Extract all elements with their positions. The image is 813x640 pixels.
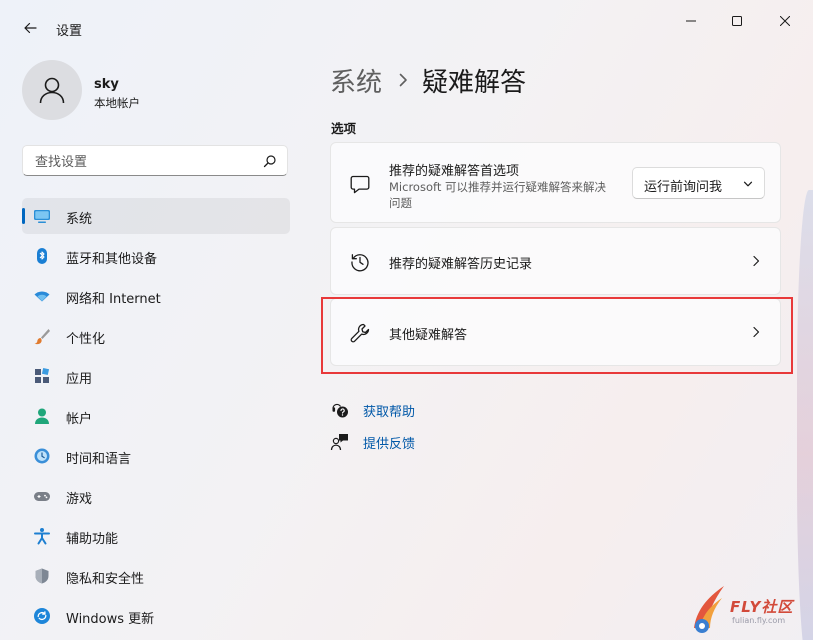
chevron-right-icon [750, 255, 762, 267]
card-description: Microsoft 可以推荐并运行疑难解答来解决问题 [389, 180, 606, 210]
give-feedback-link[interactable]: 提供反馈 [330, 431, 415, 453]
card-title: 其他疑难解答 [389, 328, 468, 343]
wrench-icon [349, 322, 371, 344]
chevron-right-icon [750, 326, 762, 338]
sidebar-item-label: 网络和 Internet [66, 292, 161, 307]
link-label: 提供反馈 [363, 436, 416, 452]
dropdown-value: 运行前询问我 [644, 180, 723, 195]
card-title: 推荐的疑难解答历史记录 [389, 257, 533, 272]
breadcrumb-parent[interactable]: 系统 [330, 62, 382, 99]
shield-icon [33, 567, 51, 585]
monitor-icon [33, 207, 51, 225]
wifi-icon [33, 287, 51, 305]
sidebar-item-label: 时间和语言 [66, 452, 132, 467]
brush-icon [33, 327, 51, 345]
user-profile[interactable]: sky 本地帐户 [22, 60, 292, 120]
chevron-down-icon [743, 179, 753, 189]
settings-window: 设置 sky 本地帐户 查找设置 系统 蓝牙和其他设备 网络和 Internet… [0, 0, 813, 640]
sidebar-item-label: 隐私和安全性 [66, 572, 145, 587]
accessibility-icon [33, 527, 51, 545]
get-help-link[interactable]: 获取帮助 [330, 399, 415, 421]
breadcrumb: 系统 疑难解答 [330, 60, 526, 100]
sidebar-item-gaming[interactable]: 游戏 [22, 478, 290, 514]
preference-dropdown[interactable]: 运行前询问我 [632, 167, 765, 199]
user-name: sky [94, 77, 119, 92]
clock-globe-icon [33, 447, 51, 465]
sidebar-item-label: 个性化 [66, 332, 106, 347]
troubleshoot-history-card[interactable]: 推荐的疑难解答历史记录 [330, 227, 781, 295]
minimize-button[interactable] [668, 6, 714, 36]
search-box[interactable] [22, 145, 288, 176]
card-title: 推荐的疑难解答首选项 [389, 164, 520, 179]
close-icon [780, 16, 790, 26]
watermark: FLY社区 fulian.fly.com [686, 578, 813, 638]
feedback-icon [330, 432, 350, 452]
search-icon[interactable] [263, 154, 277, 168]
history-icon [349, 251, 371, 273]
sidebar-item-label: 辅助功能 [66, 532, 119, 547]
close-button[interactable] [762, 6, 808, 36]
sidebar-item-label: 帐户 [66, 412, 93, 427]
recommended-preferences-card: 推荐的疑难解答首选项 Microsoft 可以推荐并运行疑难解答来解决问题 运行… [330, 142, 781, 223]
section-label: 选项 [331, 121, 357, 136]
maximize-button[interactable] [714, 6, 760, 36]
sidebar-item-time-language[interactable]: 时间和语言 [22, 438, 290, 474]
watermark-logo-icon [694, 586, 724, 633]
maximize-icon [732, 16, 742, 26]
sidebar-item-apps[interactable]: 应用 [22, 358, 290, 394]
search-input[interactable] [33, 150, 257, 174]
account-type: 本地帐户 [94, 96, 140, 110]
sidebar-item-bluetooth[interactable]: 蓝牙和其他设备 [22, 238, 290, 274]
update-icon [33, 607, 51, 625]
sidebar-item-label: Windows 更新 [66, 612, 155, 627]
link-label: 获取帮助 [363, 404, 416, 420]
sidebar-item-windows-update[interactable]: Windows 更新 [22, 598, 290, 634]
sidebar-item-label: 系统 [66, 212, 93, 227]
sidebar-item-accounts[interactable]: 帐户 [22, 398, 290, 434]
sidebar-item-system[interactable]: 系统 [22, 198, 290, 234]
watermark-subtext: fulian.fly.com [732, 616, 786, 625]
sidebar-item-personalization[interactable]: 个性化 [22, 318, 290, 354]
sidebar-item-accessibility[interactable]: 辅助功能 [22, 518, 290, 554]
sidebar-item-network[interactable]: 网络和 Internet [22, 278, 290, 314]
other-troubleshooters-card[interactable]: 其他疑难解答 [330, 298, 781, 366]
app-title: 设置 [56, 24, 83, 39]
sidebar-item-label: 游戏 [66, 492, 93, 507]
apps-icon [33, 367, 51, 385]
sidebar-item-label: 蓝牙和其他设备 [66, 252, 158, 267]
watermark-text: FLY社区 [730, 598, 794, 616]
arrow-left-icon [24, 22, 37, 34]
sidebar-item-privacy[interactable]: 隐私和安全性 [22, 558, 290, 594]
page-title: 疑难解答 [422, 67, 527, 98]
chevron-right-icon [398, 73, 408, 87]
gamepad-icon [33, 487, 51, 505]
bluetooth-icon [33, 247, 51, 265]
wallpaper-edge [797, 190, 813, 640]
person-icon [39, 77, 65, 104]
sidebar-item-label: 应用 [66, 372, 93, 387]
avatar [22, 60, 82, 120]
help-icon [330, 400, 350, 420]
chat-bubble-icon [349, 173, 371, 195]
sidebar-nav: 系统 蓝牙和其他设备 网络和 Internet 个性化 应用 帐户 时间和语言 … [22, 198, 290, 638]
minimize-icon [686, 20, 696, 22]
title-bar: 设置 [0, 0, 813, 56]
person-icon [33, 407, 51, 425]
back-button[interactable] [18, 16, 42, 40]
